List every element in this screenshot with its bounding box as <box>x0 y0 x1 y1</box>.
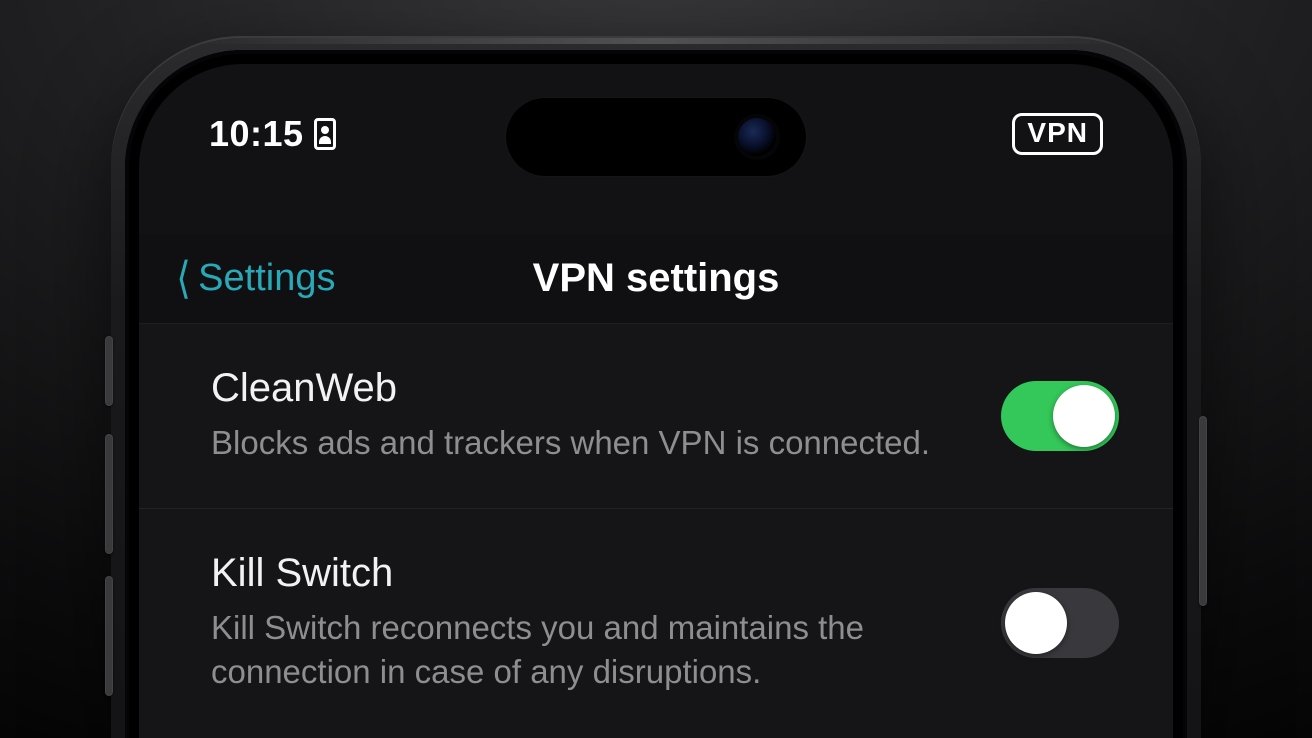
setting-title: CleanWeb <box>211 366 971 411</box>
status-time: 10:15 <box>209 113 304 155</box>
setting-description: Kill Switch reconnects you and maintains… <box>211 606 971 695</box>
phone-bezel: 10:15 VPN ⟨ Settings VPN settings CleanW… <box>125 50 1187 738</box>
power-button <box>1199 416 1207 606</box>
setting-row-cleanweb: CleanWeb Blocks ads and trackers when VP… <box>139 324 1173 509</box>
vpn-status-icon: VPN <box>1012 113 1103 155</box>
status-bar: 10:15 VPN <box>139 104 1173 164</box>
setting-text: Kill Switch Kill Switch reconnects you a… <box>211 551 1001 695</box>
toggle-knob <box>1053 385 1115 447</box>
setting-row-killswitch: Kill Switch Kill Switch reconnects you a… <box>139 509 1173 737</box>
setting-title: Kill Switch <box>211 551 971 596</box>
phone-frame: 10:15 VPN ⟨ Settings VPN settings CleanW… <box>111 36 1201 738</box>
status-left: 10:15 <box>209 113 336 155</box>
chevron-left-icon: ⟨ <box>176 257 191 301</box>
portrait-orientation-icon <box>314 118 336 150</box>
setting-description: Blocks ads and trackers when VPN is conn… <box>211 421 971 466</box>
back-label: Settings <box>198 257 335 300</box>
cleanweb-toggle[interactable] <box>1001 381 1119 451</box>
volume-down-button <box>105 434 113 554</box>
side-button-left <box>105 576 113 696</box>
volume-up-button <box>105 336 113 406</box>
setting-text: CleanWeb Blocks ads and trackers when VP… <box>211 366 1001 466</box>
nav-bar: ⟨ Settings VPN settings <box>139 234 1173 324</box>
back-button[interactable]: ⟨ Settings <box>175 257 335 301</box>
screen: 10:15 VPN ⟨ Settings VPN settings CleanW… <box>139 64 1173 738</box>
settings-list: CleanWeb Blocks ads and trackers when VP… <box>139 324 1173 738</box>
toggle-knob <box>1005 592 1067 654</box>
killswitch-toggle[interactable] <box>1001 588 1119 658</box>
